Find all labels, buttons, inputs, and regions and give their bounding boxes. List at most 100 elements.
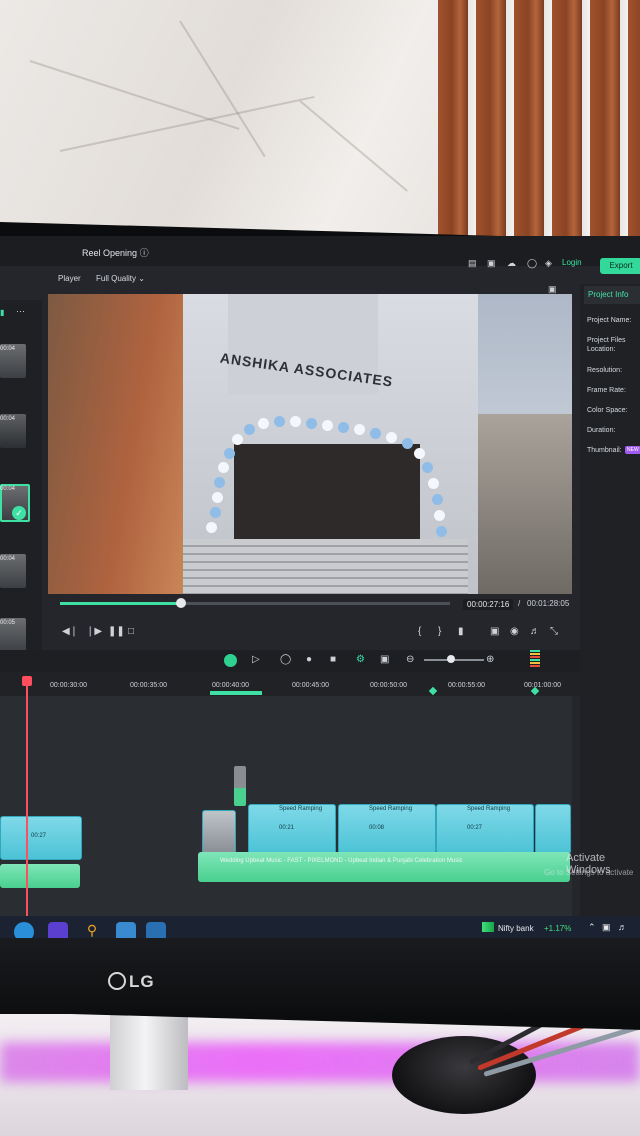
play-circle-icon[interactable]: ▷ (252, 654, 260, 665)
ruler-tick: 00:00:50:00 (370, 682, 407, 689)
speed-ramp-clip[interactable]: Speed Ramping 00:21 (248, 804, 336, 854)
quality-dropdown[interactable]: Full Quality ⌄ (96, 274, 145, 283)
monitor-stand (110, 1006, 188, 1090)
info-resolution: Resolution: (587, 367, 623, 374)
filmora-icon[interactable] (146, 922, 166, 938)
ruler-tick: 00:00:45:00 (292, 682, 329, 689)
playback-progress-fill (60, 602, 181, 605)
ticker-change: +1.17% (544, 924, 572, 933)
zoom-slider-handle[interactable] (447, 655, 455, 663)
info-files-location: Project Files Location: (587, 337, 626, 353)
export-button[interactable]: Export (600, 258, 640, 274)
camera-icon[interactable]: ◉ (510, 626, 519, 637)
media-tab-indicator: ▮ (0, 308, 5, 317)
picture-in-picture-icon[interactable]: ▣ (380, 654, 389, 665)
clip-duration: 00:04 (0, 556, 16, 562)
speed-ramp-clip[interactable]: Speed Ramping 00:08 (338, 804, 436, 854)
previous-frame-icon[interactable]: ◀❘ (62, 626, 78, 637)
project-info-panel (580, 284, 640, 938)
clip-duration: 00:05 (0, 620, 16, 626)
side-wall (48, 294, 183, 594)
settings-gear-icon[interactable]: ⚙ (356, 654, 365, 665)
video-preview[interactable]: ANSHIKA ASSOCIATES (48, 294, 572, 594)
video-clip[interactable] (202, 810, 236, 854)
playback-scrubber-handle[interactable] (175, 598, 186, 608)
video-clip[interactable] (535, 804, 571, 854)
clip-duration: 00:04 (0, 416, 16, 422)
video-clip-left[interactable]: 00:27 (0, 816, 82, 860)
screen: Reel Opening ⓘ ▤ ▣ ☁ ◯ ◈ Login Export ▮ … (0, 236, 640, 938)
music-audio-clip[interactable] (198, 852, 570, 882)
clip-label: Speed Ramping (467, 806, 511, 812)
more-icon[interactable]: ⋯ (16, 306, 25, 317)
new-badge: NEW (625, 446, 640, 454)
marker-range[interactable] (210, 691, 262, 695)
gift-icon[interactable]: ◈ (545, 258, 552, 269)
clip-thumb-time: 00:27 (31, 833, 47, 839)
audio-meter-icon[interactable] (530, 650, 540, 668)
info-frame-rate: Frame Rate: (587, 387, 626, 394)
zoom-out-icon[interactable]: ⊖ (406, 654, 414, 665)
ai-tool-icon[interactable] (224, 654, 237, 667)
monitor-chin (0, 938, 640, 1014)
speed-ramp-clip[interactable]: Speed Ramping 00:27 (436, 804, 534, 854)
shield-icon[interactable]: ◯ (280, 654, 291, 665)
clip-label: Speed Ramping (369, 806, 413, 812)
mark-in-icon[interactable]: { (418, 626, 421, 637)
microphone-icon[interactable]: ● (306, 654, 312, 665)
search-icon[interactable]: ⚲ (82, 922, 102, 938)
trend-up-icon (482, 922, 494, 932)
activate-windows-hint: Go to Settings to activate (544, 868, 634, 877)
info-thumbnail: Thumbnail: (587, 447, 622, 454)
clip-thumb-time: 00:21 (279, 825, 295, 831)
entrance-steps (168, 539, 468, 594)
ruler-tick: 00:00:30:00 (50, 682, 87, 689)
clip-duration: 00:04 (0, 486, 16, 492)
info-color-space: Color Space: (587, 407, 628, 414)
ruler-tick: 00:00:35:00 (130, 682, 167, 689)
tray-chevron-icon[interactable]: ⌃ (588, 922, 596, 933)
display-tray-icon[interactable]: ▣ (602, 922, 611, 933)
media-panel: ▮ ⋯ 00:04 00:04 00:04 ✓ 00:04 00:05 (0, 300, 42, 660)
pause-icon[interactable]: ❚❚ (108, 626, 125, 637)
purple-led-glow (0, 1042, 640, 1082)
sticker-icon[interactable]: ■ (330, 654, 336, 665)
clip-marker-icon[interactable]: ▮ (458, 626, 464, 637)
cloud-icon[interactable]: ☁ (507, 258, 516, 269)
time-separator: / (518, 599, 521, 608)
display-icon[interactable]: ▣ (490, 626, 499, 637)
login-button[interactable]: Login (562, 258, 582, 267)
overlay-clip[interactable] (234, 766, 246, 806)
app-icon[interactable] (116, 922, 136, 938)
ticker-name[interactable]: Nifty bank (498, 924, 534, 933)
project-title: Reel Opening ⓘ (82, 248, 149, 258)
tab-project-info[interactable]: Project Info (584, 286, 640, 304)
player-label: Player (58, 274, 81, 283)
check-icon: ✓ (12, 506, 26, 520)
next-frame-icon[interactable]: ❘▶ (86, 626, 102, 637)
fullscreen-icon[interactable]: ⤡ (550, 626, 558, 637)
zoom-in-icon[interactable]: ⊕ (486, 654, 494, 665)
info-project-name: Project Name: (587, 317, 632, 324)
chevron-down-icon: ⌄ (138, 274, 145, 283)
clip-duration: 00:04 (0, 346, 16, 352)
save-icon[interactable]: ▣ (487, 258, 496, 269)
clip-thumb-time: 00:27 (467, 825, 483, 831)
telegram-icon[interactable] (14, 922, 34, 938)
monitor-base (392, 1036, 536, 1114)
timeline-ruler[interactable] (0, 672, 580, 696)
layout-icon[interactable]: ▤ (468, 258, 477, 269)
playhead[interactable] (26, 678, 28, 938)
speaker-tray-icon[interactable]: ♬ (618, 922, 627, 932)
info-circle-icon[interactable]: ⓘ (140, 248, 149, 258)
wooden-slat-panel (438, 0, 640, 250)
app-icon[interactable] (48, 922, 68, 938)
ruler-tick: 00:00:55:00 (448, 682, 485, 689)
ruler-tick: 00:00:40:00 (212, 682, 249, 689)
mark-out-icon[interactable]: } (438, 626, 441, 637)
ruler-tick: 00:01:00:00 (524, 682, 561, 689)
audio-clip-left[interactable] (0, 864, 80, 888)
headset-icon[interactable]: ◯ (527, 258, 537, 269)
stop-icon[interactable]: □ (128, 626, 134, 637)
volume-icon[interactable]: ♬ (530, 626, 540, 637)
